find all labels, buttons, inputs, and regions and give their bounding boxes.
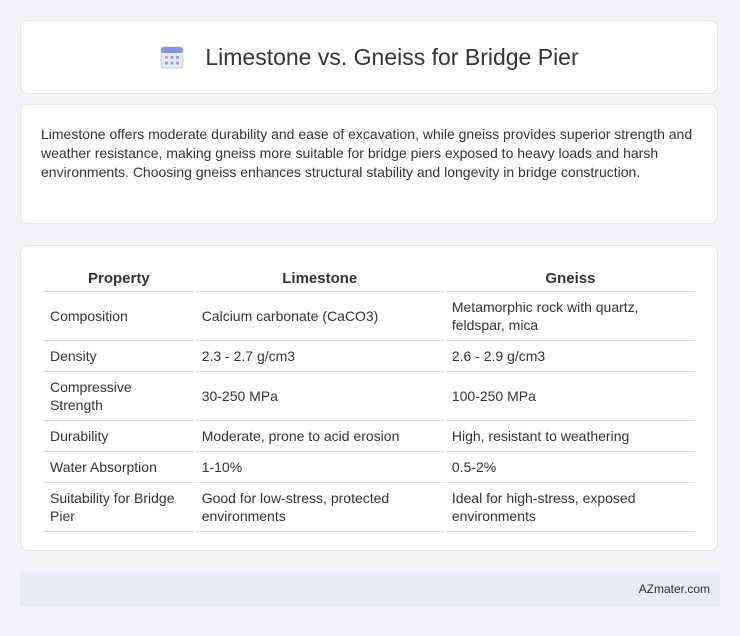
title-wrap: Limestone vs. Gneiss for Bridge Pier — [159, 43, 579, 71]
table-cell: Good for low-stress, protected environme… — [195, 483, 444, 532]
table-row: Compressive Strength 30-250 MPa 100-250 … — [44, 372, 695, 421]
table-cell: Density — [44, 341, 194, 372]
table-cell: Composition — [44, 292, 194, 341]
table-cell: Durability — [44, 421, 194, 452]
table-cell: Metamorphic rock with quartz, feldspar, … — [445, 292, 695, 341]
comparison-table: Property Limestone Gneiss Composition Ca… — [42, 264, 697, 532]
table-cell: High, resistant to weathering — [445, 421, 695, 452]
page-title: Limestone vs. Gneiss for Bridge Pier — [205, 43, 579, 70]
header-gneiss: Gneiss — [445, 264, 695, 292]
table-cell: 100-250 MPa — [445, 372, 695, 421]
footer-brand: AZmater.com — [638, 582, 710, 596]
header-limestone: Limestone — [195, 264, 444, 292]
table-row: Durability Moderate, prone to acid erosi… — [44, 421, 695, 452]
table-row: Suitability for Bridge Pier Good for low… — [44, 483, 695, 532]
table-cell: Ideal for high-stress, exposed environme… — [445, 483, 695, 532]
table-cell: Suitability for Bridge Pier — [44, 483, 194, 532]
title-card: Limestone vs. Gneiss for Bridge Pier — [20, 20, 718, 94]
table-row: Composition Calcium carbonate (CaCO3) Me… — [44, 292, 695, 341]
comparison-card: Property Limestone Gneiss Composition Ca… — [20, 245, 718, 551]
footer-bar: AZmater.com — [20, 572, 720, 606]
table-header-row: Property Limestone Gneiss — [44, 264, 695, 292]
table-cell: Calcium carbonate (CaCO3) — [195, 292, 444, 341]
table-cell: Water Absorption — [44, 452, 194, 483]
calendar-icon — [159, 44, 185, 70]
intro-card: Limestone offers moderate durability and… — [20, 104, 718, 224]
table-cell: Compressive Strength — [44, 372, 194, 421]
table-row: Density 2.3 - 2.7 g/cm3 2.6 - 2.9 g/cm3 — [44, 341, 695, 372]
header-property: Property — [44, 264, 194, 292]
table-cell: 2.3 - 2.7 g/cm3 — [195, 341, 444, 372]
table-row: Water Absorption 1-10% 0.5-2% — [44, 452, 695, 483]
table-cell: 30-250 MPa — [195, 372, 444, 421]
intro-paragraph: Limestone offers moderate durability and… — [41, 126, 693, 180]
table-cell: 0.5-2% — [445, 452, 695, 483]
table-cell: 1-10% — [195, 452, 444, 483]
table-cell: Moderate, prone to acid erosion — [195, 421, 444, 452]
table-cell: 2.6 - 2.9 g/cm3 — [445, 341, 695, 372]
